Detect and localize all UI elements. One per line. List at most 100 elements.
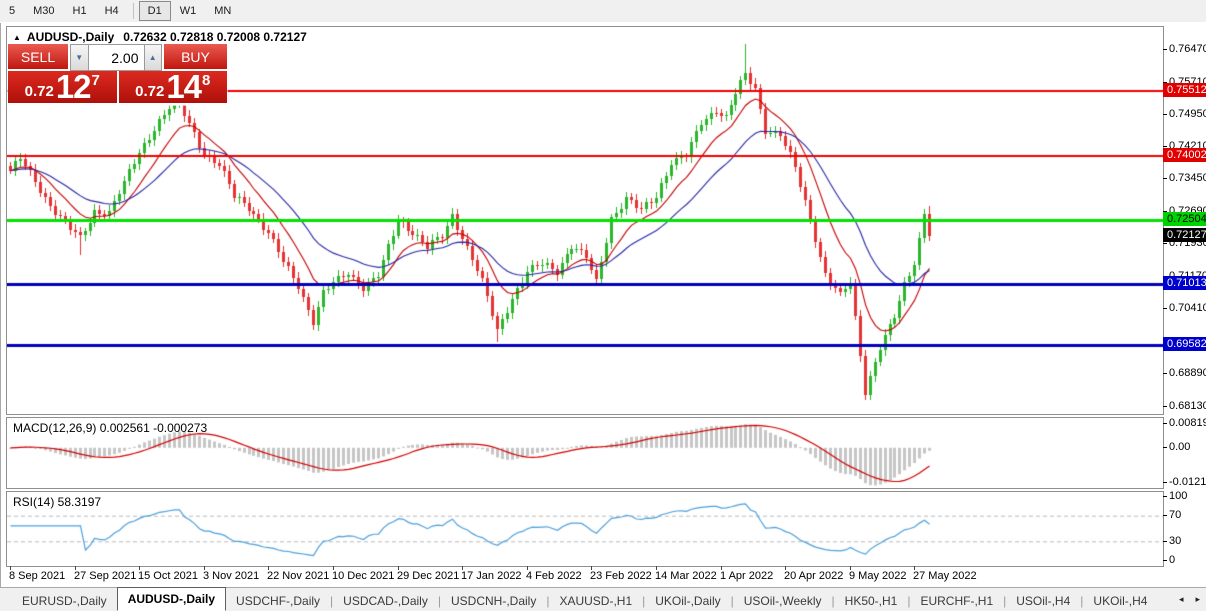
up-arrow-icon: ▲: [149, 53, 157, 62]
sell-button[interactable]: SELL: [8, 44, 68, 71]
chart-title: ▲ AUDUSD-,Daily 0.72632 0.72818 0.72008 …: [13, 30, 307, 44]
down-arrow-icon: ▼: [75, 53, 83, 62]
timeframe-toolbar: 5M30H1H4 D1W1MN: [0, 0, 1206, 22]
chart-tab-xauusd-h1[interactable]: XAUUSD-,H1: [549, 591, 642, 611]
buy-price-display[interactable]: 0.72 14 8: [119, 71, 228, 103]
macd-axis-label: 0.00: [1169, 441, 1190, 453]
price-axis-label: 0.68130: [1169, 400, 1206, 412]
buy-button[interactable]: BUY: [164, 44, 227, 71]
macd-axis-label-tick: [1163, 447, 1167, 448]
chart-ohlc-values: 0.72632 0.72818 0.72008 0.72127: [123, 30, 307, 44]
chart-tab-usdcnh-daily[interactable]: USDCNH-,Daily: [441, 591, 546, 611]
price-axis-label-tick: [1163, 178, 1167, 179]
price-axis-label: 0.73450: [1169, 172, 1206, 184]
time-axis-label: 3 Nov 2021: [203, 570, 259, 582]
hline-price-badge: 0.71013: [1163, 276, 1206, 290]
chart-symbol-label: AUDUSD-,Daily: [27, 30, 114, 44]
one-click-trading-panel: SELL ▼ ▲ BUY 0.72 12 7 0.72 14 8: [8, 44, 227, 105]
chart-tab-eurchf-h1[interactable]: EURCHF-,H1: [910, 591, 1003, 611]
rsi-axis-label: 100: [1169, 490, 1187, 502]
tab-scroll-buttons: ◂▸: [1173, 588, 1206, 611]
price-axis-label-tick: [1163, 49, 1167, 50]
timeframe-button-5[interactable]: 5: [0, 1, 24, 21]
mt4-window: 5M30H1H4 D1W1MN ▲ AUDUSD-,Daily 0.72632 0…: [0, 0, 1206, 611]
sell-price-prefix: 0.72: [25, 83, 54, 100]
price-axis-label: 0.70410: [1169, 302, 1206, 314]
rsi-axis-label-tick: [1163, 515, 1167, 516]
time-axis-label: 10 Dec 2021: [332, 570, 394, 582]
macd-axis-label-tick: [1163, 423, 1167, 424]
chart-tab-usdchf-daily[interactable]: USDCHF-,Daily: [226, 591, 330, 611]
time-axis-label: 27 May 2022: [913, 570, 977, 582]
timeframe-button-h1[interactable]: H1: [64, 1, 96, 21]
chart-tab-usdcad-daily[interactable]: USDCAD-,Daily: [333, 591, 438, 611]
chart-tab-usoil-h4[interactable]: USOil-,H4: [1006, 591, 1080, 611]
time-axis-label: 29 Dec 2021: [397, 570, 459, 582]
volume-stepper: ▼ ▲: [70, 44, 162, 71]
price-axis-label-tick: [1163, 308, 1167, 309]
price-axis-label: 0.68890: [1169, 367, 1206, 379]
chart-tab-hk50-h1[interactable]: HK50-,H1: [835, 591, 908, 611]
rsi-axis-label: 70: [1169, 509, 1181, 521]
price-axis-label: 0.74950: [1169, 108, 1206, 120]
volume-decrease-button[interactable]: ▼: [70, 44, 89, 71]
tab-scroll-right-icon[interactable]: ▸: [1189, 594, 1206, 605]
sell-price-pips: 12: [56, 68, 91, 106]
volume-input[interactable]: [89, 44, 144, 71]
chart-tab-ukoil-h4[interactable]: UKOil-,H4: [1083, 591, 1157, 611]
rsi-axis-label-tick: [1163, 541, 1167, 542]
macd-axis-label-tick: [1163, 482, 1167, 483]
sell-price-point: 7: [92, 72, 100, 89]
rsi-chart-canvas[interactable]: [7, 492, 1163, 566]
timeframe-button-d1[interactable]: D1: [139, 1, 171, 21]
rsi-axis-label: 0: [1169, 554, 1175, 566]
sell-price-display[interactable]: 0.72 12 7: [8, 71, 117, 103]
chart-tab-eurusd-daily[interactable]: EURUSD-,Daily: [12, 591, 117, 611]
time-axis-label: 4 Feb 2022: [526, 570, 582, 582]
time-axis-label: 1 Apr 2022: [720, 570, 773, 582]
timeframe-button-h4[interactable]: H4: [96, 1, 128, 21]
rsi-axis-label-tick: [1163, 560, 1167, 561]
time-axis-label: 9 May 2022: [849, 570, 906, 582]
rsi-indicator-label: RSI(14) 58.3197: [13, 495, 101, 509]
timeframe-button-w1[interactable]: W1: [171, 1, 206, 21]
time-axis-label: 27 Sep 2021: [74, 570, 136, 582]
time-axis-label: 15 Oct 2021: [138, 570, 198, 582]
hline-price-badge: 0.69582: [1163, 337, 1206, 351]
price-axis-label-tick: [1163, 243, 1167, 244]
time-axis-label: 20 Apr 2022: [784, 570, 843, 582]
time-axis-label: 23 Feb 2022: [590, 570, 652, 582]
buy-price-point: 8: [202, 72, 210, 89]
price-axis-label-tick: [1163, 114, 1167, 115]
hline-price-badge: 0.72504: [1163, 212, 1206, 226]
toolbar-divider: [133, 3, 134, 19]
rsi-pane: [6, 491, 1164, 567]
price-axis-label: 0.76470: [1169, 43, 1206, 55]
buy-price-prefix: 0.72: [135, 83, 164, 100]
volume-increase-button[interactable]: ▲: [144, 44, 163, 71]
time-axis-label: 14 Mar 2022: [655, 570, 717, 582]
time-axis-label: 17 Jan 2022: [461, 570, 522, 582]
price-axis-label-tick: [1163, 406, 1167, 407]
chart-tab-bar: EURUSD-,DailyAUDUSD-,DailyUSDCHF-,Daily|…: [0, 587, 1206, 611]
timeframe-button-m30[interactable]: M30: [24, 1, 63, 21]
collapse-triangle-icon[interactable]: ▲: [13, 33, 21, 42]
rsi-axis-label-tick: [1163, 496, 1167, 497]
current-price-badge: 0.72127: [1163, 228, 1206, 242]
timeframe-button-mn[interactable]: MN: [205, 1, 240, 21]
time-axis-label: 22 Nov 2021: [267, 570, 329, 582]
tab-scroll-left-icon[interactable]: ◂: [1173, 594, 1190, 605]
macd-axis-label: -0.01212: [1169, 476, 1206, 488]
chart-tab-audusd-daily[interactable]: AUDUSD-,Daily: [117, 587, 226, 611]
rsi-axis-label: 30: [1169, 535, 1181, 547]
macd-axis-label: 0.00819: [1169, 417, 1206, 429]
time-axis-label: 8 Sep 2021: [9, 570, 65, 582]
price-axis-label-tick: [1163, 146, 1167, 147]
chart-tab-ukoil-daily[interactable]: UKOil-,Daily: [645, 591, 730, 611]
hline-price-badge: 0.74002: [1163, 148, 1206, 162]
buy-price-pips: 14: [166, 68, 201, 106]
chart-tab-usoil-weekly[interactable]: USOil-,Weekly: [734, 591, 832, 611]
price-axis-label-tick: [1163, 373, 1167, 374]
window-left-border: [0, 23, 1, 611]
hline-price-badge: 0.75512: [1163, 83, 1206, 97]
